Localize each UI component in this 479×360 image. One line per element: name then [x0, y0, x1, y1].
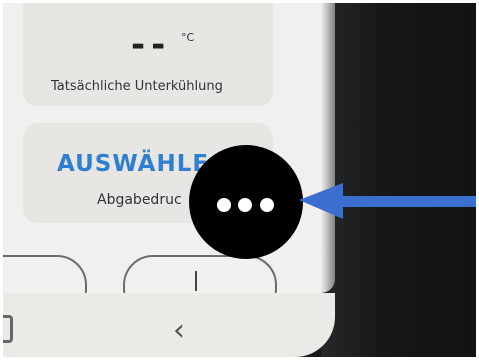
- arrow-head: [299, 183, 476, 219]
- navigation-bar: ‹: [3, 293, 335, 357]
- photo-frame: -- °C Tatsächliche Unterkühlung AUSWÄHLE…: [0, 0, 479, 360]
- subcooling-label: Tatsächliche Unterkühlung: [51, 79, 223, 94]
- temperature-unit: °C: [181, 31, 195, 44]
- more-horizontal-icon-dot: [238, 198, 252, 212]
- more-options-button[interactable]: [189, 145, 303, 259]
- arrow-left-icon: [299, 183, 476, 219]
- phone-bezel: [321, 3, 476, 357]
- select-button-label[interactable]: AUSWÄHLE: [57, 151, 209, 177]
- back-icon[interactable]: ‹: [173, 313, 185, 348]
- more-horizontal-icon: [217, 198, 231, 212]
- photo: -- °C Tatsächliche Unterkühlung AUSWÄHLE…: [3, 3, 476, 357]
- phone-screen: -- °C Tatsächliche Unterkühlung AUSWÄHLE…: [3, 3, 335, 319]
- button-glyph: [195, 271, 197, 291]
- more-horizontal-icon-dot: [260, 198, 274, 212]
- subcooling-value: --: [131, 25, 172, 65]
- discharge-pressure-label: Abgabedruc: [97, 192, 182, 208]
- recent-apps-icon[interactable]: [3, 315, 13, 343]
